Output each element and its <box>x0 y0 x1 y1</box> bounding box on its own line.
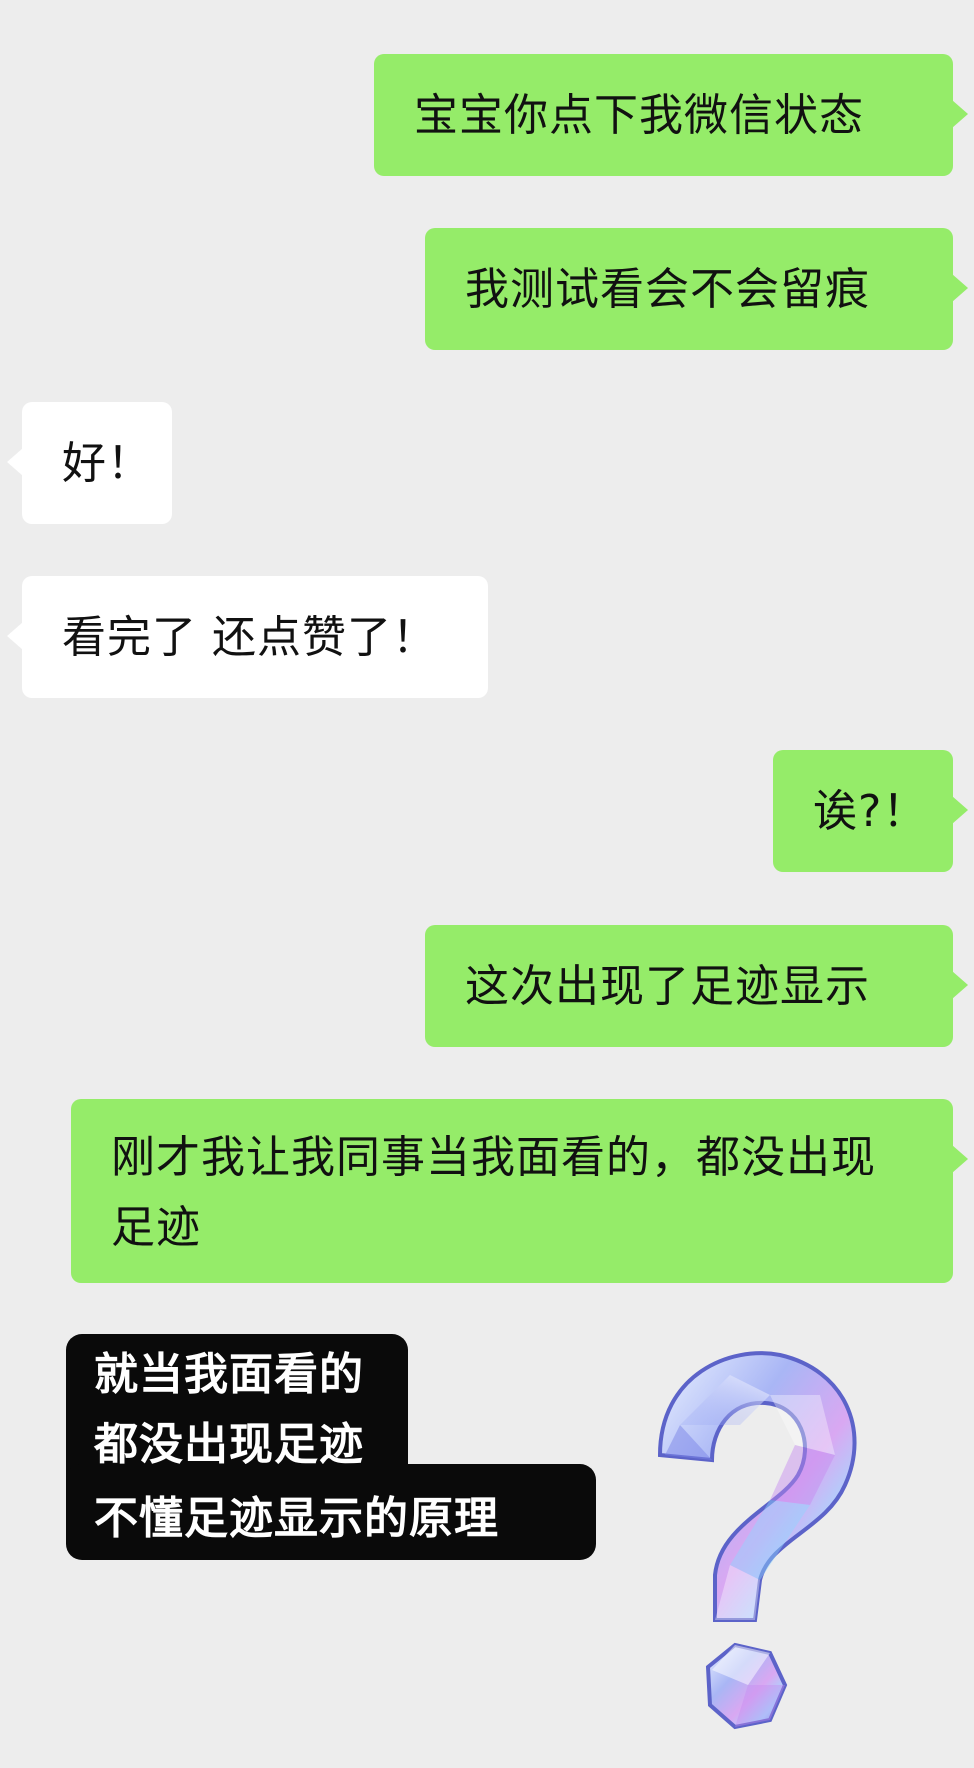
crystal-question-mark-icon <box>657 1351 857 1730</box>
message-text: 我测试看会不会留痕 <box>465 264 870 315</box>
message-text: 看完了 还点赞了！ <box>62 612 437 663</box>
message-text: 宝宝你点下我微信状态 <box>414 90 864 141</box>
caption-line: 不懂足迹显示的原理 <box>66 1464 596 1560</box>
message-bubble-sent[interactable]: 刚才我让我同事当我面看的，都没出现足迹 <box>71 1099 968 1283</box>
message-bubble-sent[interactable]: 我测试看会不会留痕 <box>425 228 968 350</box>
message-bubble-received[interactable]: 好！ <box>7 402 172 524</box>
caption-overlay: 就当我面看的 都没出现足迹 不懂足迹显示的原理 <box>66 1334 596 1564</box>
message-bubble-sent[interactable]: 这次出现了足迹显示 <box>425 925 968 1047</box>
message-text: 诶?！ <box>813 786 928 837</box>
message-bubble-sent[interactable]: 诶?！ <box>773 750 968 872</box>
caption-line: 就当我面看的 <box>66 1334 408 1414</box>
message-text: 刚才我让我同事当我面看的，都没出现足迹 <box>111 1132 876 1253</box>
chat-area: 宝宝你点下我微信状态 我测试看会不会留痕 好！ 看完了 还点赞了！ 诶?！ 这次… <box>0 0 974 1768</box>
message-bubble-sent[interactable]: 宝宝你点下我微信状态 <box>374 54 968 176</box>
message-text: 这次出现了足迹显示 <box>465 961 870 1012</box>
message-text: 好！ <box>62 438 152 489</box>
message-bubble-received[interactable]: 看完了 还点赞了！ <box>7 576 488 698</box>
